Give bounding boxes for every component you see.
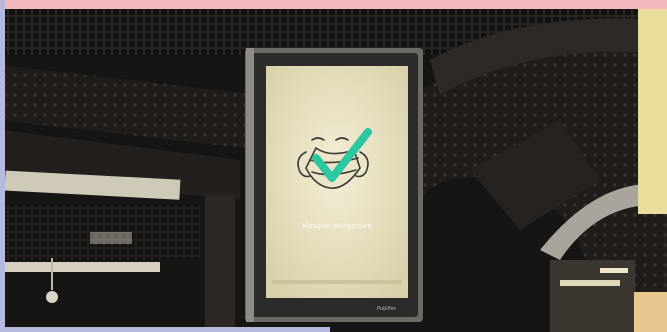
border-band-corner <box>634 292 667 332</box>
security-camera <box>46 291 58 303</box>
border-band-bottom <box>0 327 330 332</box>
border-band-top <box>0 0 667 9</box>
distant-light <box>560 280 620 286</box>
border-band-right <box>638 9 667 214</box>
screen-notice-text: Masque obligatoire <box>301 222 373 230</box>
sign-frame-edge <box>246 48 254 322</box>
station-photo <box>0 0 667 332</box>
ceiling-light <box>5 262 160 272</box>
screen-ticker <box>272 280 402 284</box>
pillar <box>205 195 235 332</box>
distant-light <box>600 268 628 273</box>
photo-scene: Masque obligatoire Publifer <box>0 0 667 332</box>
sign-brand-label: Publifer <box>377 306 396 312</box>
border-band-left <box>0 0 5 332</box>
lower-ceiling-grid <box>0 205 200 260</box>
